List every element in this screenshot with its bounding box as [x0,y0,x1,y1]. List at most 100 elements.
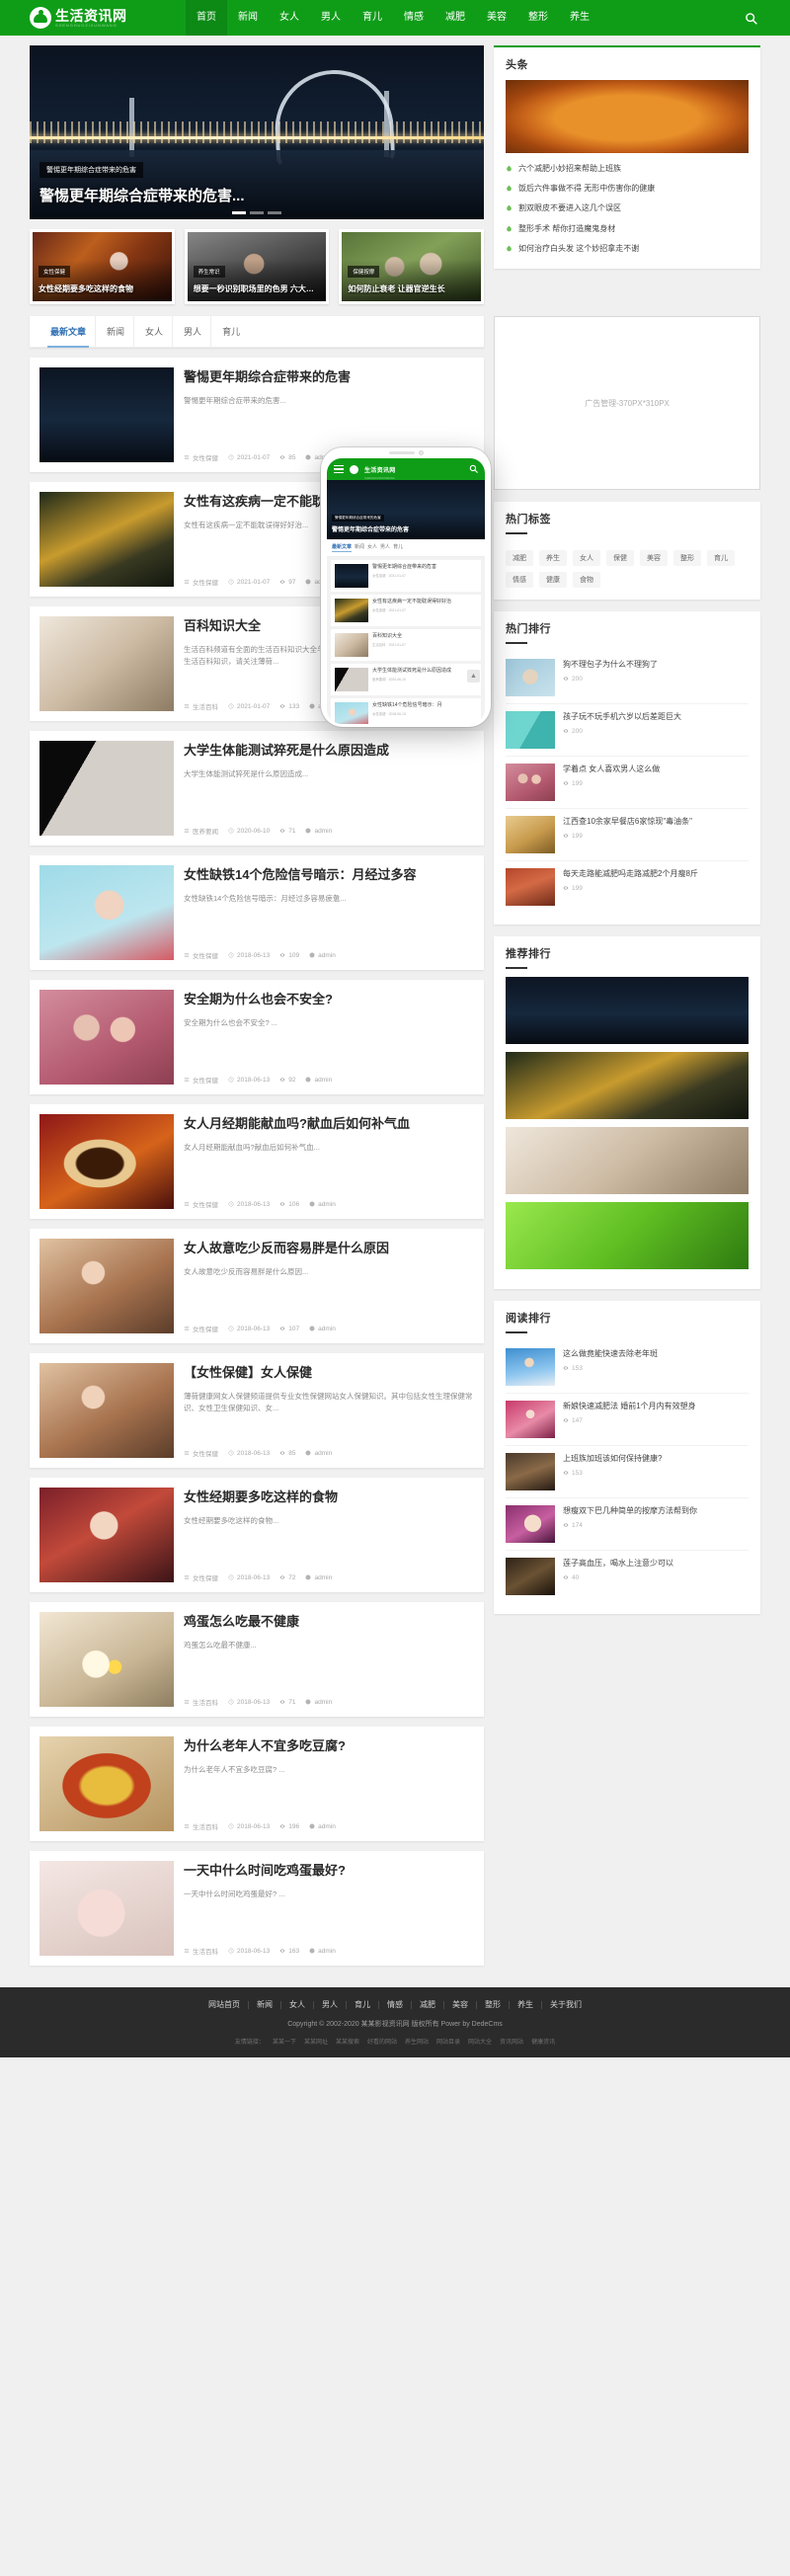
rank-thumbnail[interactable] [506,764,555,801]
article-thumbnail[interactable] [40,990,174,1085]
nav-item-4[interactable]: 育儿 [352,0,393,36]
article-item[interactable]: 一天中什么时间吃鸡蛋最好? 一天中什么时间吃鸡蛋最好? ... 生活百科 2018-0… [30,1851,484,1966]
article-title[interactable]: 警惕更年期综合症带来的危害 [184,369,474,386]
footer-link-2[interactable]: 某某网址 [300,2040,332,2046]
footer-nav-3[interactable]: 男人 [314,2001,347,2009]
rank-item[interactable]: 学着点 女人喜欢男人这么做 199 [506,757,749,809]
phone-hero[interactable]: 警惕更年期综合症带来的危害 警惕更年期综合症带来的危害 [327,480,485,539]
phone-tab-3[interactable]: 男人 [380,543,390,552]
phone-tabs[interactable]: 最新文章 新闻 女人 男人 育儿 [327,539,485,557]
headline-image[interactable] [506,80,749,153]
footer-link-6[interactable]: 网站目录 [433,2040,464,2046]
tag-item[interactable]: 减肥 [506,550,533,566]
article-item[interactable]: 鸡蛋怎么吃最不健康 鸡蛋怎么吃最不健康... 生活百科 2018-06-13 71 adm… [30,1602,484,1717]
tag-item[interactable]: 整形 [673,550,701,566]
search-icon[interactable] [741,8,760,28]
footer-navigation[interactable]: 网站首页 新闻 女人 男人 育儿 情感 减肥 美容 整形 养生 关于我们 [0,2001,790,2009]
article-item[interactable]: 女性缺铁14个危险信号暗示：月经过多容 女性缺铁14个危险信号暗示：月经过多容易疲… [30,855,484,970]
article-thumbnail[interactable] [40,367,174,462]
rank-item[interactable]: 每天走路能减肥吗走路减肥2个月瘦8斤 199 [506,861,749,913]
article-thumbnail[interactable] [40,492,174,587]
phone-tab-2[interactable]: 女人 [367,543,377,552]
phone-article-row[interactable]: 女性缺铁14个危险信号暗示：月 女性保健 · 2018-06-13 [331,698,481,724]
article-title[interactable]: 为什么老年人不宜多吃豆腐? [184,1738,474,1755]
hamburger-menu-icon[interactable] [334,464,344,474]
rank-item[interactable]: 江西查10余家早餐店6家惊现"毒油条" 199 [506,809,749,861]
hero-slider[interactable]: 警惕更年期综合症带来的危害 警惕更年期综合症带来的危害... [30,45,484,219]
article-thumbnail[interactable] [40,865,174,960]
recommend-image[interactable] [506,1202,749,1269]
article-thumbnail[interactable] [40,1114,174,1209]
rank-thumbnail[interactable] [506,868,555,906]
article-thumbnail[interactable] [40,1736,174,1831]
rank-title[interactable]: 新娘快速减肥法 婚前1个月内有效塑身 [563,1401,749,1412]
article-title[interactable]: 女人月经期能献血吗?献血后如何补气血 [184,1116,474,1133]
article-category[interactable]: 生活百科 [184,1697,218,1707]
tab-1[interactable]: 新闻 [98,316,135,347]
phone-tab-1[interactable]: 新闻 [355,543,364,552]
rank-title[interactable]: 江西查10余家早餐店6家惊现"毒油条" [563,816,749,828]
article-thumbnail[interactable] [40,1363,174,1458]
tag-item[interactable]: 食物 [573,572,600,588]
rank-item[interactable]: 想瘦双下巴几种简单的按摩方法帮到你 174 [506,1498,749,1551]
rank-title[interactable]: 莲子高血压，喝水上注意少可以 [563,1558,749,1570]
rank-thumbnail[interactable] [506,1401,555,1438]
article-title[interactable]: 【女性保健】女人保健 [184,1365,474,1382]
headline-item[interactable]: 饭后六件事做不得 无形中伤害你的健康 [506,179,749,199]
slider-dots[interactable] [232,211,281,214]
article-item[interactable]: 女性经期要多吃这样的食物 女性经期要多吃这样的食物... 女性保健 2018-06-1… [30,1478,484,1592]
footer-nav-7[interactable]: 美容 [444,2001,477,2009]
phone-article-row[interactable]: 大学生体能测试猝死是什么原因造成 医养要闻 · 2020-06-10 [331,664,481,695]
rank-title[interactable]: 狗不理包子为什么不理狗了 [563,659,749,671]
article-category[interactable]: 女性保健 [184,1448,218,1458]
nav-item-3[interactable]: 男人 [310,0,352,36]
rank-item[interactable]: 新娘快速减肥法 婚前1个月内有效塑身 147 [506,1394,749,1446]
footer-nav-9[interactable]: 养生 [510,2001,542,2009]
rank-title[interactable]: 上班族加班该如何保持健康? [563,1453,749,1465]
rank-title[interactable]: 这么做竟能快速去除老年斑 [563,1348,749,1360]
article-title[interactable]: 大学生体能测试猝死是什么原因造成 [184,743,474,760]
footer-nav-0[interactable]: 网站首页 [200,2001,249,2009]
article-category[interactable]: 女性保健 [184,950,218,960]
article-item[interactable]: 女人故意吃少反而容易胖是什么原因 女人故意吃少反而容易胖是什么原因... 女性保健 2… [30,1229,484,1343]
footer-nav-10[interactable]: 关于我们 [542,2001,590,2009]
rank-thumbnail[interactable] [506,659,555,696]
featured-card[interactable]: 养生常识想要一秒识别职场里的色男 六大绝招看过 [184,229,330,304]
headline-item[interactable]: 六个减肥小妙招来帮助上班族 [506,159,749,179]
rank-thumbnail[interactable] [506,711,555,749]
footer-link-8[interactable]: 资讯网站 [496,2040,527,2046]
tag-item[interactable]: 美容 [640,550,668,566]
phone-search-icon[interactable] [469,460,478,478]
rank-item[interactable]: 这么做竟能快速去除老年斑 153 [506,1341,749,1394]
phone-article-row[interactable]: 女性有这疾病一定不能耽误得好好治 女性保健 · 2021-01-07 [331,595,481,626]
article-category[interactable]: 女性保健 [184,452,218,462]
article-item[interactable]: 为什么老年人不宜多吃豆腐? 为什么老年人不宜多吃豆腐? ... 生活百科 2018-0… [30,1727,484,1841]
article-title[interactable]: 安全期为什么也会不安全? [184,992,474,1008]
tab-0[interactable]: 最新文章 [41,316,97,348]
rank-item[interactable]: 莲子高血压，喝水上注意少可以 40 [506,1551,749,1602]
rank-thumbnail[interactable] [506,816,555,853]
article-title[interactable]: 鸡蛋怎么吃最不健康 [184,1614,474,1631]
article-title[interactable]: 女人故意吃少反而容易胖是什么原因 [184,1241,474,1257]
article-title[interactable]: 一天中什么时间吃鸡蛋最好? [184,1863,474,1880]
recommend-image[interactable] [506,977,749,1044]
headline-item[interactable]: 如何治疗白头发 这个妙招拿走不谢 [506,239,749,259]
article-category[interactable]: 女性保健 [184,1572,218,1582]
tag-cloud[interactable]: 减肥 养生 女人 保健 美容 整形 育儿 情感 健康 食物 [506,542,749,588]
rank-item[interactable]: 狗不理包子为什么不理狗了 200 [506,652,749,704]
rank-item[interactable]: 上班族加班该如何保持健康? 153 [506,1446,749,1498]
phone-tab-4[interactable]: 育儿 [393,543,403,552]
article-category[interactable]: 生活百科 [184,1946,218,1956]
footer-link-3[interactable]: 某某搜索 [332,2040,363,2046]
article-title[interactable]: 女性缺铁14个危险信号暗示：月经过多容 [184,867,474,884]
rank-item[interactable]: 孩子玩不玩手机六岁以后差距巨大 200 [506,704,749,757]
footer-nav-5[interactable]: 情感 [379,2001,412,2009]
nav-item-5[interactable]: 情感 [393,0,434,36]
article-thumbnail[interactable] [40,1488,174,1582]
article-thumbnail[interactable] [40,741,174,836]
footer-link-9[interactable]: 健康资讯 [527,2040,559,2046]
footer-nav-8[interactable]: 整形 [477,2001,510,2009]
rank-title[interactable]: 孩子玩不玩手机六岁以后差距巨大 [563,711,749,723]
nav-item-9[interactable]: 养生 [559,0,600,36]
rank-thumbnail[interactable] [506,1453,555,1490]
